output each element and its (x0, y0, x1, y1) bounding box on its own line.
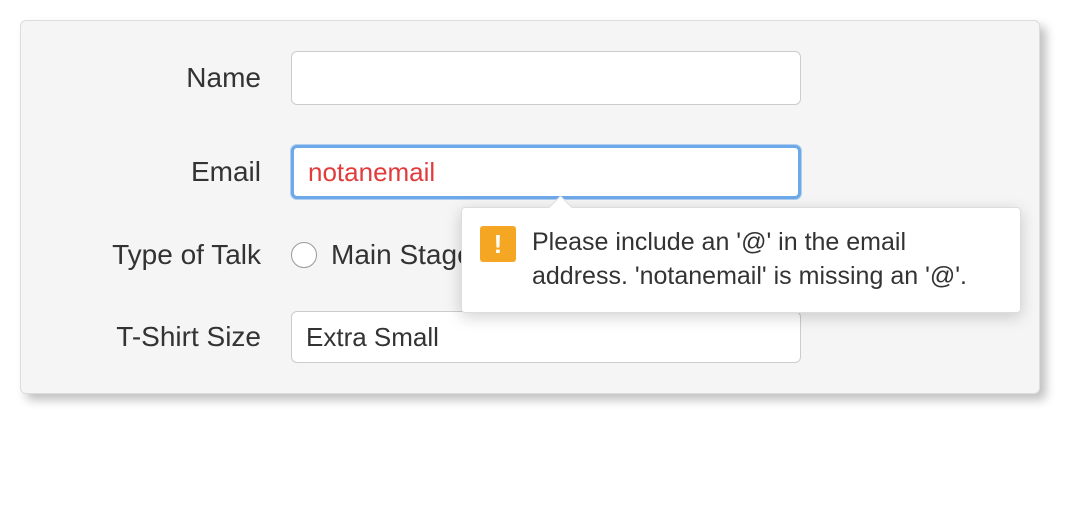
warning-icon: ! (480, 226, 516, 262)
email-input-wrap: ! Please include an '@' in the email add… (291, 145, 999, 199)
validation-message: Please include an '@' in the email addre… (532, 226, 1000, 294)
row-name: Name (61, 51, 999, 105)
tshirt-label: T-Shirt Size (61, 321, 291, 353)
name-input-wrap (291, 51, 999, 105)
row-email: Email ! Please include an '@' in the ema… (61, 145, 999, 199)
email-input[interactable] (291, 145, 801, 199)
radio-main-stage-label: Main Stage (331, 239, 473, 271)
tshirt-input-wrap (291, 311, 999, 363)
name-label: Name (61, 62, 291, 94)
form-panel: Name Email ! Please include an '@' in th… (20, 20, 1040, 394)
row-tshirt: T-Shirt Size (61, 311, 999, 363)
email-label: Email (61, 156, 291, 188)
radio-main-stage[interactable] (291, 242, 317, 268)
validation-tooltip: ! Please include an '@' in the email add… (461, 207, 1021, 313)
talk-type-label: Type of Talk (61, 239, 291, 271)
name-input[interactable] (291, 51, 801, 105)
tshirt-select[interactable] (291, 311, 801, 363)
